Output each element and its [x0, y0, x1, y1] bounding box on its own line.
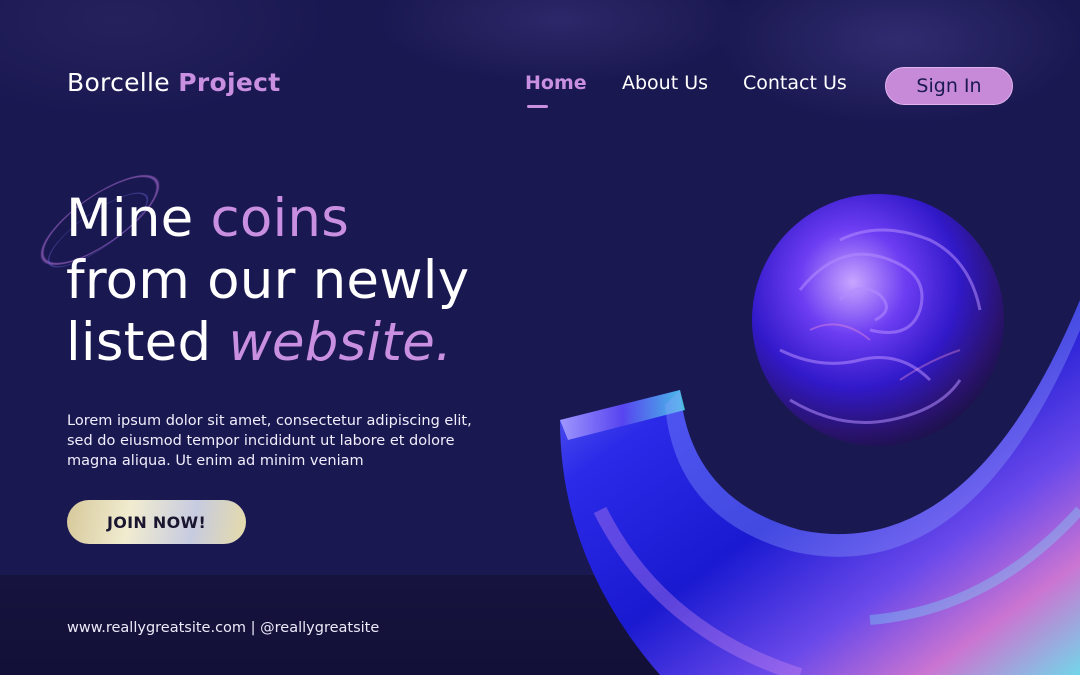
- nav-contact-link[interactable]: Contact Us: [743, 72, 847, 94]
- hero-artwork: [560, 194, 1080, 675]
- hero-line-2: from our newly: [66, 250, 470, 311]
- hero-line-3: listed website.: [66, 312, 469, 374]
- hero-word-coins: coins: [210, 188, 350, 249]
- join-now-button[interactable]: JOIN NOW!: [67, 500, 246, 544]
- hero-word-mine: Mine: [66, 188, 194, 249]
- brand-logo[interactable]: Borcelle Project: [67, 68, 280, 97]
- sign-in-button[interactable]: Sign In: [885, 67, 1013, 105]
- brand-name-bold: Project: [178, 68, 281, 97]
- iridescent-sphere-icon: [752, 194, 1004, 446]
- footer-contact: www.reallygreatsite.com | @reallygreatsi…: [67, 620, 380, 636]
- nav-home-link[interactable]: Home: [525, 72, 587, 108]
- hero-description: Lorem ipsum dolor sit amet, consectetur …: [67, 413, 472, 469]
- brand-name-regular: Borcelle: [67, 68, 170, 97]
- hero-word-listed: listed: [66, 312, 212, 373]
- nav-about-link[interactable]: About Us: [622, 72, 708, 94]
- hero-word-website: website.: [228, 312, 453, 373]
- hero-headline: Mine coins from our newly listed website…: [66, 188, 469, 374]
- hero-line-1: Mine coins: [66, 188, 469, 250]
